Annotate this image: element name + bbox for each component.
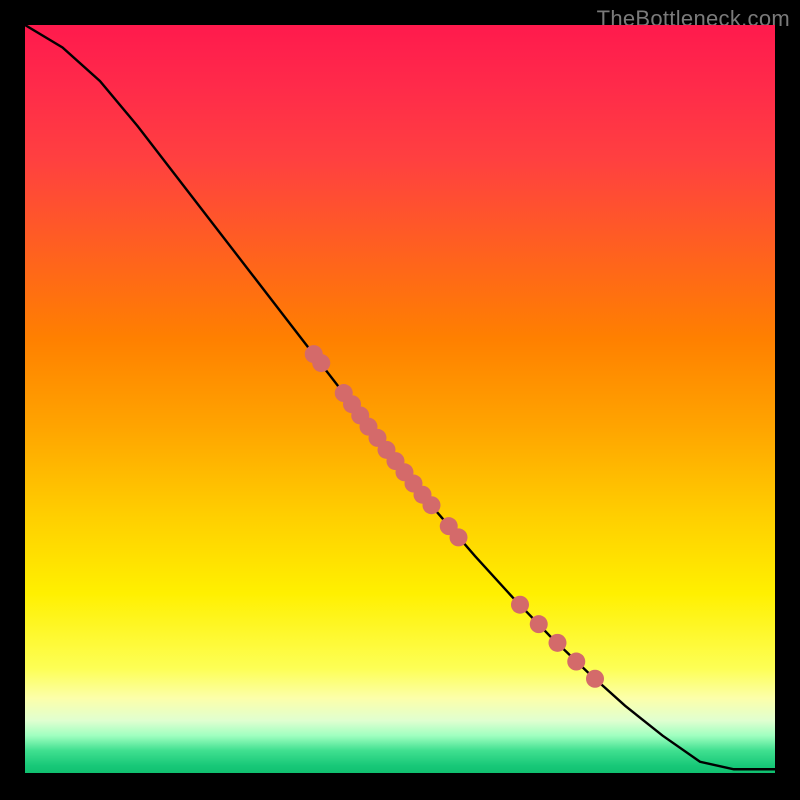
chart-point xyxy=(567,653,585,671)
chart-point xyxy=(530,615,548,633)
chart-point xyxy=(312,354,330,372)
chart-point xyxy=(423,496,441,514)
chart-curve xyxy=(25,25,775,769)
chart-points xyxy=(305,345,604,688)
chart-point xyxy=(511,596,529,614)
chart-plot-area xyxy=(25,25,775,773)
chart-point xyxy=(549,634,567,652)
chart-point xyxy=(450,528,468,546)
chart-point xyxy=(586,670,604,688)
chart-svg-layer xyxy=(25,25,775,773)
